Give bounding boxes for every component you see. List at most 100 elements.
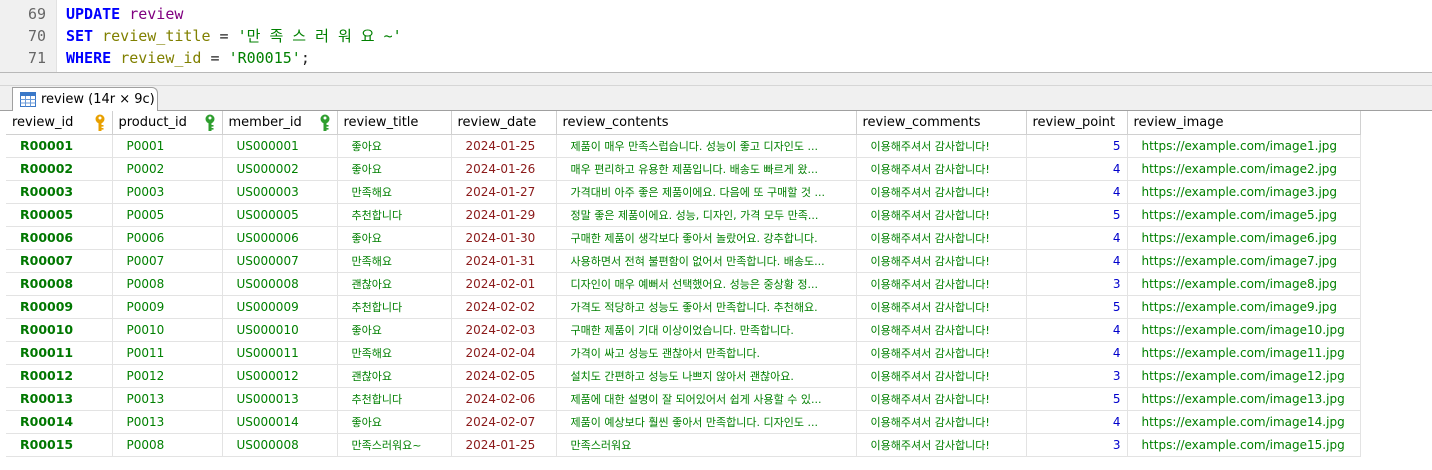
cell-product-id[interactable]: P0002 (112, 157, 223, 181)
cell-review-date[interactable]: 2024-01-29 (451, 203, 557, 227)
table-row[interactable]: R00008 P0008 US000008 괜찮아요 2024-02-01 디자인이 매우… (6, 272, 1361, 296)
cell-review-comments[interactable]: 이용해주셔서 감사합니다! (856, 180, 1027, 204)
cell-review-point[interactable]: 4 (1026, 249, 1128, 273)
cell-review-comments[interactable]: 이용해주셔서 감사합니다! (856, 295, 1027, 319)
cell-review-image[interactable]: https://example.com/image11.jpg (1127, 341, 1361, 365)
table-row[interactable]: R00006 P0006 US000006 좋아요 2024-01-30 구매한 제품이 … (6, 226, 1361, 250)
cell-review-image[interactable]: https://example.com/image7.jpg (1127, 249, 1361, 273)
cell-review-point[interactable]: 5 (1026, 387, 1128, 411)
cell-review-point[interactable]: 5 (1026, 134, 1128, 158)
cell-review-id[interactable]: R00010 (6, 318, 113, 342)
cell-review-date[interactable]: 2024-01-26 (451, 157, 557, 181)
result-grid[interactable]: review_id product_id member_id review_title… (6, 111, 1361, 457)
cell-review-id[interactable]: R00015 (6, 433, 113, 457)
cell-review-image[interactable]: https://example.com/image12.jpg (1127, 364, 1361, 388)
cell-member-id[interactable]: US000001 (222, 134, 338, 158)
cell-review-comments[interactable]: 이용해주셔서 감사합니다! (856, 341, 1027, 365)
cell-review-comments[interactable]: 이용해주셔서 감사합니다! (856, 203, 1027, 227)
cell-review-contents[interactable]: 사용하면서 전혀 불편함이 없어서 만족합니다. 배송도... (556, 249, 857, 273)
cell-review-comments[interactable]: 이용해주셔서 감사합니다! (856, 318, 1027, 342)
cell-review-comments[interactable]: 이용해주셔서 감사합니다! (856, 433, 1027, 457)
cell-review-point[interactable]: 5 (1026, 295, 1128, 319)
cell-review-title[interactable]: 만족해요 (337, 180, 452, 204)
cell-review-comments[interactable]: 이용해주셔서 감사합니다! (856, 157, 1027, 181)
cell-product-id[interactable]: P0001 (112, 134, 223, 158)
cell-review-date[interactable]: 2024-01-30 (451, 226, 557, 250)
cell-review-comments[interactable]: 이용해주셔서 감사합니다! (856, 364, 1027, 388)
cell-review-title[interactable]: 좋아요 (337, 226, 452, 250)
table-row[interactable]: R00013 P0013 US000013 추천합니다 2024-02-06 제품에 대한… (6, 387, 1361, 411)
cell-review-id[interactable]: R00001 (6, 134, 113, 158)
splitter-bar[interactable] (0, 72, 1432, 86)
cell-review-id[interactable]: R00002 (6, 157, 113, 181)
cell-review-id[interactable]: R00003 (6, 180, 113, 204)
cell-review-image[interactable]: https://example.com/image10.jpg (1127, 318, 1361, 342)
cell-review-contents[interactable]: 정말 좋은 제품이에요. 성능, 디자인, 가격 모두 만족... (556, 203, 857, 227)
cell-review-id[interactable]: R00006 (6, 226, 113, 250)
table-row[interactable]: R00015 P0008 US000008 만족스러워요~ 2024-01-25 만족스러… (6, 433, 1361, 457)
cell-member-id[interactable]: US000012 (222, 364, 338, 388)
cell-member-id[interactable]: US000013 (222, 387, 338, 411)
cell-member-id[interactable]: US000009 (222, 295, 338, 319)
cell-review-image[interactable]: https://example.com/image14.jpg (1127, 410, 1361, 434)
cell-review-point[interactable]: 5 (1026, 203, 1128, 227)
cell-review-date[interactable]: 2024-01-25 (451, 134, 557, 158)
cell-review-contents[interactable]: 가격도 적당하고 성능도 좋아서 만족합니다. 추천해요. (556, 295, 857, 319)
cell-member-id[interactable]: US000014 (222, 410, 338, 434)
cell-review-id[interactable]: R00007 (6, 249, 113, 273)
cell-product-id[interactable]: P0012 (112, 364, 223, 388)
cell-review-title[interactable]: 좋아요 (337, 410, 452, 434)
column-header-review-comments[interactable]: review_comments (856, 111, 1027, 135)
cell-review-title[interactable]: 좋아요 (337, 157, 452, 181)
table-row[interactable]: R00009 P0009 US000009 추천합니다 2024-02-02 가격도 적당… (6, 295, 1361, 319)
cell-review-contents[interactable]: 디자인이 매우 예뻐서 선택했어요. 성능은 중상황 정... (556, 272, 857, 296)
cell-review-id[interactable]: R00012 (6, 364, 113, 388)
cell-review-image[interactable]: https://example.com/image8.jpg (1127, 272, 1361, 296)
cell-review-date[interactable]: 2024-02-02 (451, 295, 557, 319)
cell-review-contents[interactable]: 설치도 간편하고 성능도 나쁘지 않아서 괜찮아요. (556, 364, 857, 388)
cell-member-id[interactable]: US000003 (222, 180, 338, 204)
cell-review-point[interactable]: 4 (1026, 318, 1128, 342)
cell-review-image[interactable]: https://example.com/image6.jpg (1127, 226, 1361, 250)
cell-review-image[interactable]: https://example.com/image5.jpg (1127, 203, 1361, 227)
cell-review-contents[interactable]: 제품이 매우 만족스럽습니다. 성능이 좋고 디자인도 ... (556, 134, 857, 158)
cell-review-date[interactable]: 2024-01-25 (451, 433, 557, 457)
cell-review-date[interactable]: 2024-01-27 (451, 180, 557, 204)
cell-review-date[interactable]: 2024-02-05 (451, 364, 557, 388)
cell-product-id[interactable]: P0007 (112, 249, 223, 273)
cell-product-id[interactable]: P0009 (112, 295, 223, 319)
cell-review-contents[interactable]: 만족스러워요 (556, 433, 857, 457)
cell-review-contents[interactable]: 매우 편리하고 유용한 제품입니다. 배송도 빠르게 왔... (556, 157, 857, 181)
cell-review-date[interactable]: 2024-02-04 (451, 341, 557, 365)
column-header-review-image[interactable]: review_image (1127, 111, 1361, 135)
column-header-review-id[interactable]: review_id (6, 111, 113, 135)
cell-review-point[interactable]: 4 (1026, 226, 1128, 250)
cell-review-date[interactable]: 2024-02-06 (451, 387, 557, 411)
cell-member-id[interactable]: US000002 (222, 157, 338, 181)
cell-review-point[interactable]: 3 (1026, 272, 1128, 296)
cell-member-id[interactable]: US000008 (222, 272, 338, 296)
cell-product-id[interactable]: P0008 (112, 433, 223, 457)
cell-review-contents[interactable]: 구매한 제품이 기대 이상이었습니다. 만족합니다. (556, 318, 857, 342)
cell-review-comments[interactable]: 이용해주셔서 감사합니다! (856, 134, 1027, 158)
cell-product-id[interactable]: P0011 (112, 341, 223, 365)
cell-review-title[interactable]: 추천합니다 (337, 203, 452, 227)
table-row[interactable]: R00014 P0013 US000014 좋아요 2024-02-07 제품이 예상보다… (6, 410, 1361, 434)
column-header-member-id[interactable]: member_id (222, 111, 338, 135)
cell-review-date[interactable]: 2024-02-03 (451, 318, 557, 342)
cell-review-date[interactable]: 2024-01-31 (451, 249, 557, 273)
column-header-review-point[interactable]: review_point (1026, 111, 1128, 135)
cell-review-image[interactable]: https://example.com/image1.jpg (1127, 134, 1361, 158)
column-header-review-contents[interactable]: review_contents (556, 111, 857, 135)
cell-review-point[interactable]: 4 (1026, 180, 1128, 204)
cell-review-comments[interactable]: 이용해주셔서 감사합니다! (856, 410, 1027, 434)
cell-review-id[interactable]: R00014 (6, 410, 113, 434)
column-header-review-date[interactable]: review_date (451, 111, 557, 135)
cell-review-title[interactable]: 괜찮아요 (337, 364, 452, 388)
cell-review-id[interactable]: R00005 (6, 203, 113, 227)
cell-review-comments[interactable]: 이용해주셔서 감사합니다! (856, 249, 1027, 273)
cell-review-contents[interactable]: 제품에 대한 설명이 잘 되어있어서 쉽게 사용할 수 있... (556, 387, 857, 411)
cell-member-id[interactable]: US000010 (222, 318, 338, 342)
cell-review-id[interactable]: R00011 (6, 341, 113, 365)
cell-review-contents[interactable]: 가격이 싸고 성능도 괜찮아서 만족합니다. (556, 341, 857, 365)
